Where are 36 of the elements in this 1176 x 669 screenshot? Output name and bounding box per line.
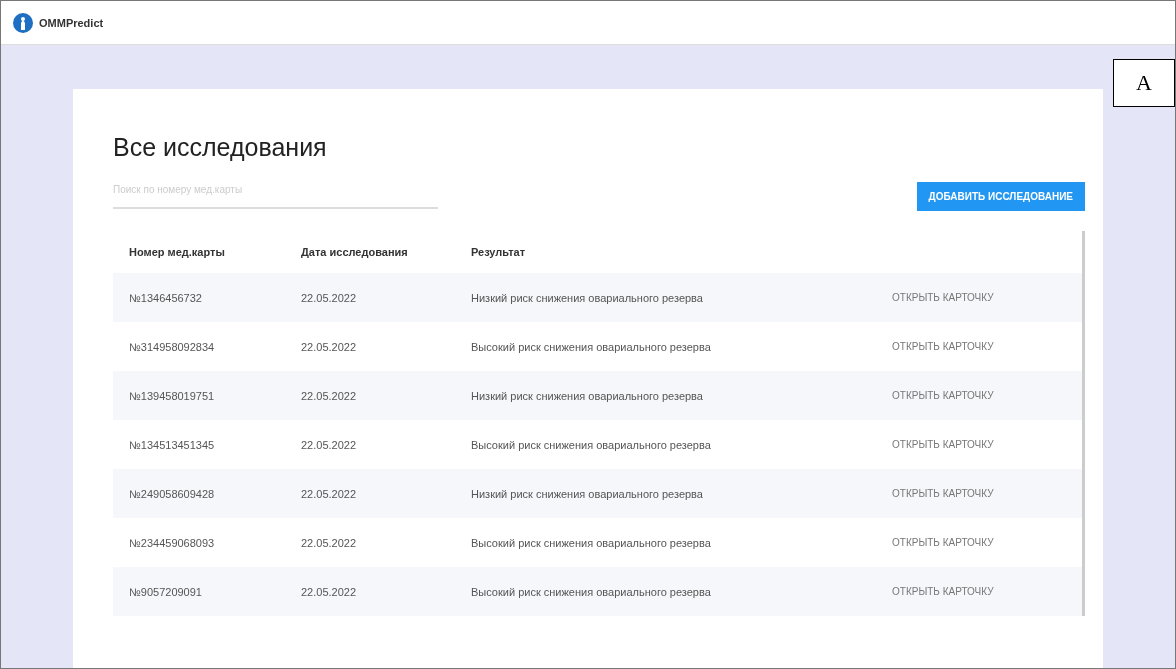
open-card-link[interactable]: ОТКРЫТЬ КАРТОЧКУ xyxy=(892,439,994,450)
table-cell: 22.05.2022 xyxy=(301,340,357,353)
open-card-link[interactable]: ОТКРЫТЬ КАРТОЧКУ xyxy=(892,341,994,352)
add-study-button[interactable]: ДОБАВИТЬ ИССЛЕДОВАНИЕ xyxy=(916,182,1085,211)
open-card-link[interactable]: ОТКРЫТЬ КАРТОЧКУ xyxy=(892,488,994,499)
column-header: Дата исследования xyxy=(301,246,408,258)
column-header: Результат xyxy=(471,246,526,258)
page-title: Все исследования xyxy=(113,133,327,162)
open-card-link[interactable]: ОТКРЫТЬ КАРТОЧКУ xyxy=(892,390,994,401)
table-cell: 22.05.2022 xyxy=(301,536,357,549)
table-cell: 22.05.2022 xyxy=(301,585,357,598)
table-cell: 22.05.2022 xyxy=(301,438,357,451)
table-cell: №1346456732 xyxy=(129,291,202,304)
table-cell: Высокий риск снижения овариального резерва xyxy=(471,536,711,549)
table-cell: №9057209091 xyxy=(129,585,202,598)
table-cell: Низкий риск снижения овариального резерва xyxy=(471,389,703,402)
table-cell: 22.05.2022 xyxy=(301,487,357,500)
table-cell: №249058609428 xyxy=(129,487,215,500)
open-card-link[interactable]: ОТКРЫТЬ КАРТОЧКУ xyxy=(892,586,994,597)
table-cell: Высокий риск снижения овариального резерва xyxy=(471,340,711,353)
figure-label: A xyxy=(1113,59,1175,107)
table-cell: Высокий риск снижения овариального резерва xyxy=(471,438,711,451)
table-cell: 22.05.2022 xyxy=(301,291,357,304)
table-cell: Низкий риск снижения овариального резерва xyxy=(471,291,703,304)
table-cell: Низкий риск снижения овариального резерва xyxy=(471,487,703,500)
app-name: OMMPredict xyxy=(39,16,104,29)
table-cell: №139458019751 xyxy=(129,389,215,402)
table-cell: №134513451345 xyxy=(129,438,215,451)
table-cell: №234459068093 xyxy=(129,536,215,549)
open-card-link[interactable]: ОТКРЫТЬ КАРТОЧКУ xyxy=(892,292,994,303)
table-cell: №314958092834 xyxy=(129,340,215,353)
open-card-link[interactable]: ОТКРЫТЬ КАРТОЧКУ xyxy=(892,537,994,548)
table-cell: 22.05.2022 xyxy=(301,389,357,402)
logo-icon xyxy=(13,12,33,33)
column-header: Номер мед.карты xyxy=(129,246,225,258)
table-cell: Высокий риск снижения овариального резерва xyxy=(471,585,711,598)
